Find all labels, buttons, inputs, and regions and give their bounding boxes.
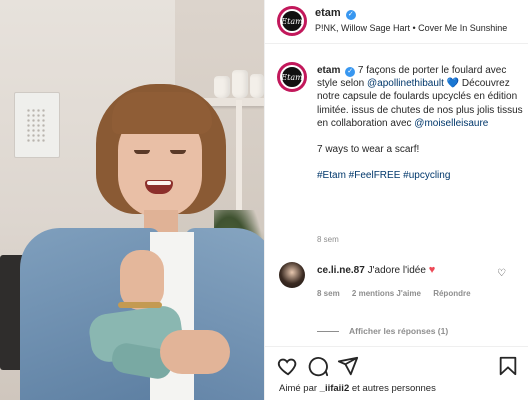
comment-likes[interactable]: 2 mentions J'aime: [352, 289, 421, 298]
denim-jacket-right: [185, 228, 264, 400]
header-username[interactable]: etam ✓: [315, 7, 356, 20]
caption-english: 7 ways to wear a scarf!: [317, 144, 420, 156]
liked-by-user[interactable]: _iifaii2: [320, 383, 350, 394]
verified-icon: ✓: [345, 10, 356, 20]
person-hand-lower: [160, 330, 230, 374]
account-avatar[interactable]: Etam: [277, 6, 307, 36]
person-eye: [134, 150, 150, 154]
person-bangs: [112, 92, 212, 134]
pot: [232, 70, 248, 98]
hashtags[interactable]: #Etam #FeelFREE #upcycling: [317, 169, 523, 182]
heart-icon[interactable]: [277, 355, 299, 377]
wall-lamp-grid: [26, 108, 46, 142]
mention-link[interactable]: @apollinethibault: [367, 78, 444, 89]
post-actions: Aimé par _iifaii2 et autres personnes: [265, 346, 528, 400]
verified-icon: ✓: [345, 67, 356, 77]
reply-button[interactable]: Répondre: [433, 289, 470, 298]
shelf-post: [236, 100, 242, 210]
caption-timestamp[interactable]: 8 sem: [317, 235, 339, 244]
commenter-avatar[interactable]: [279, 262, 305, 288]
post-video[interactable]: [0, 0, 264, 400]
mention-link[interactable]: @moiselleisaure: [414, 118, 488, 129]
post-caption: etam ✓ 7 façons de porter le foulard ave…: [317, 64, 523, 195]
avatar-logo: Etam: [280, 9, 304, 33]
liked-by-prefix: Aimé par: [279, 383, 320, 394]
pot: [250, 74, 264, 98]
comment-time[interactable]: 8 sem: [317, 289, 340, 298]
comment: ce.li.ne.87 J'adore l'idée ♥: [317, 264, 435, 276]
music-label[interactable]: P!NK, Willow Sage Hart • Cover Me In Sun…: [315, 23, 507, 33]
avatar-logo: Etam: [280, 65, 304, 89]
comment-like-icon[interactable]: ♡: [497, 268, 506, 279]
liked-by: Aimé par _iifaii2 et autres personnes: [279, 383, 436, 394]
pot: [214, 76, 230, 98]
comment-meta: 8 sem 2 mentions J'aime Répondre: [317, 289, 481, 298]
view-replies-label[interactable]: Afficher les réponses (1): [349, 326, 448, 336]
caption-avatar[interactable]: Etam: [277, 62, 307, 92]
liked-by-suffix[interactable]: et autres personnes: [349, 383, 436, 394]
person-eye: [170, 150, 186, 154]
header-username-text[interactable]: etam: [315, 7, 341, 19]
post-header: Etam etam ✓ P!NK, Willow Sage Hart • Cov…: [265, 0, 528, 44]
caption-username[interactable]: etam: [317, 65, 340, 76]
share-icon[interactable]: [337, 355, 359, 377]
heart-red-icon: ♥: [428, 264, 436, 276]
blue-heart-icon: 💙: [446, 78, 460, 90]
person-teeth: [147, 181, 171, 185]
bookmark-icon[interactable]: [497, 355, 519, 377]
bracelet: [118, 302, 162, 308]
comment-username[interactable]: ce.li.ne.87: [317, 265, 365, 276]
comment-text: J'adore l'idée: [367, 265, 426, 276]
person-hand: [120, 250, 164, 310]
replies-line: [317, 331, 339, 333]
post-side-panel: Etam etam ✓ P!NK, Willow Sage Hart • Cov…: [264, 0, 528, 400]
comment-icon[interactable]: [307, 355, 329, 377]
view-replies[interactable]: Afficher les réponses (1): [317, 326, 448, 336]
